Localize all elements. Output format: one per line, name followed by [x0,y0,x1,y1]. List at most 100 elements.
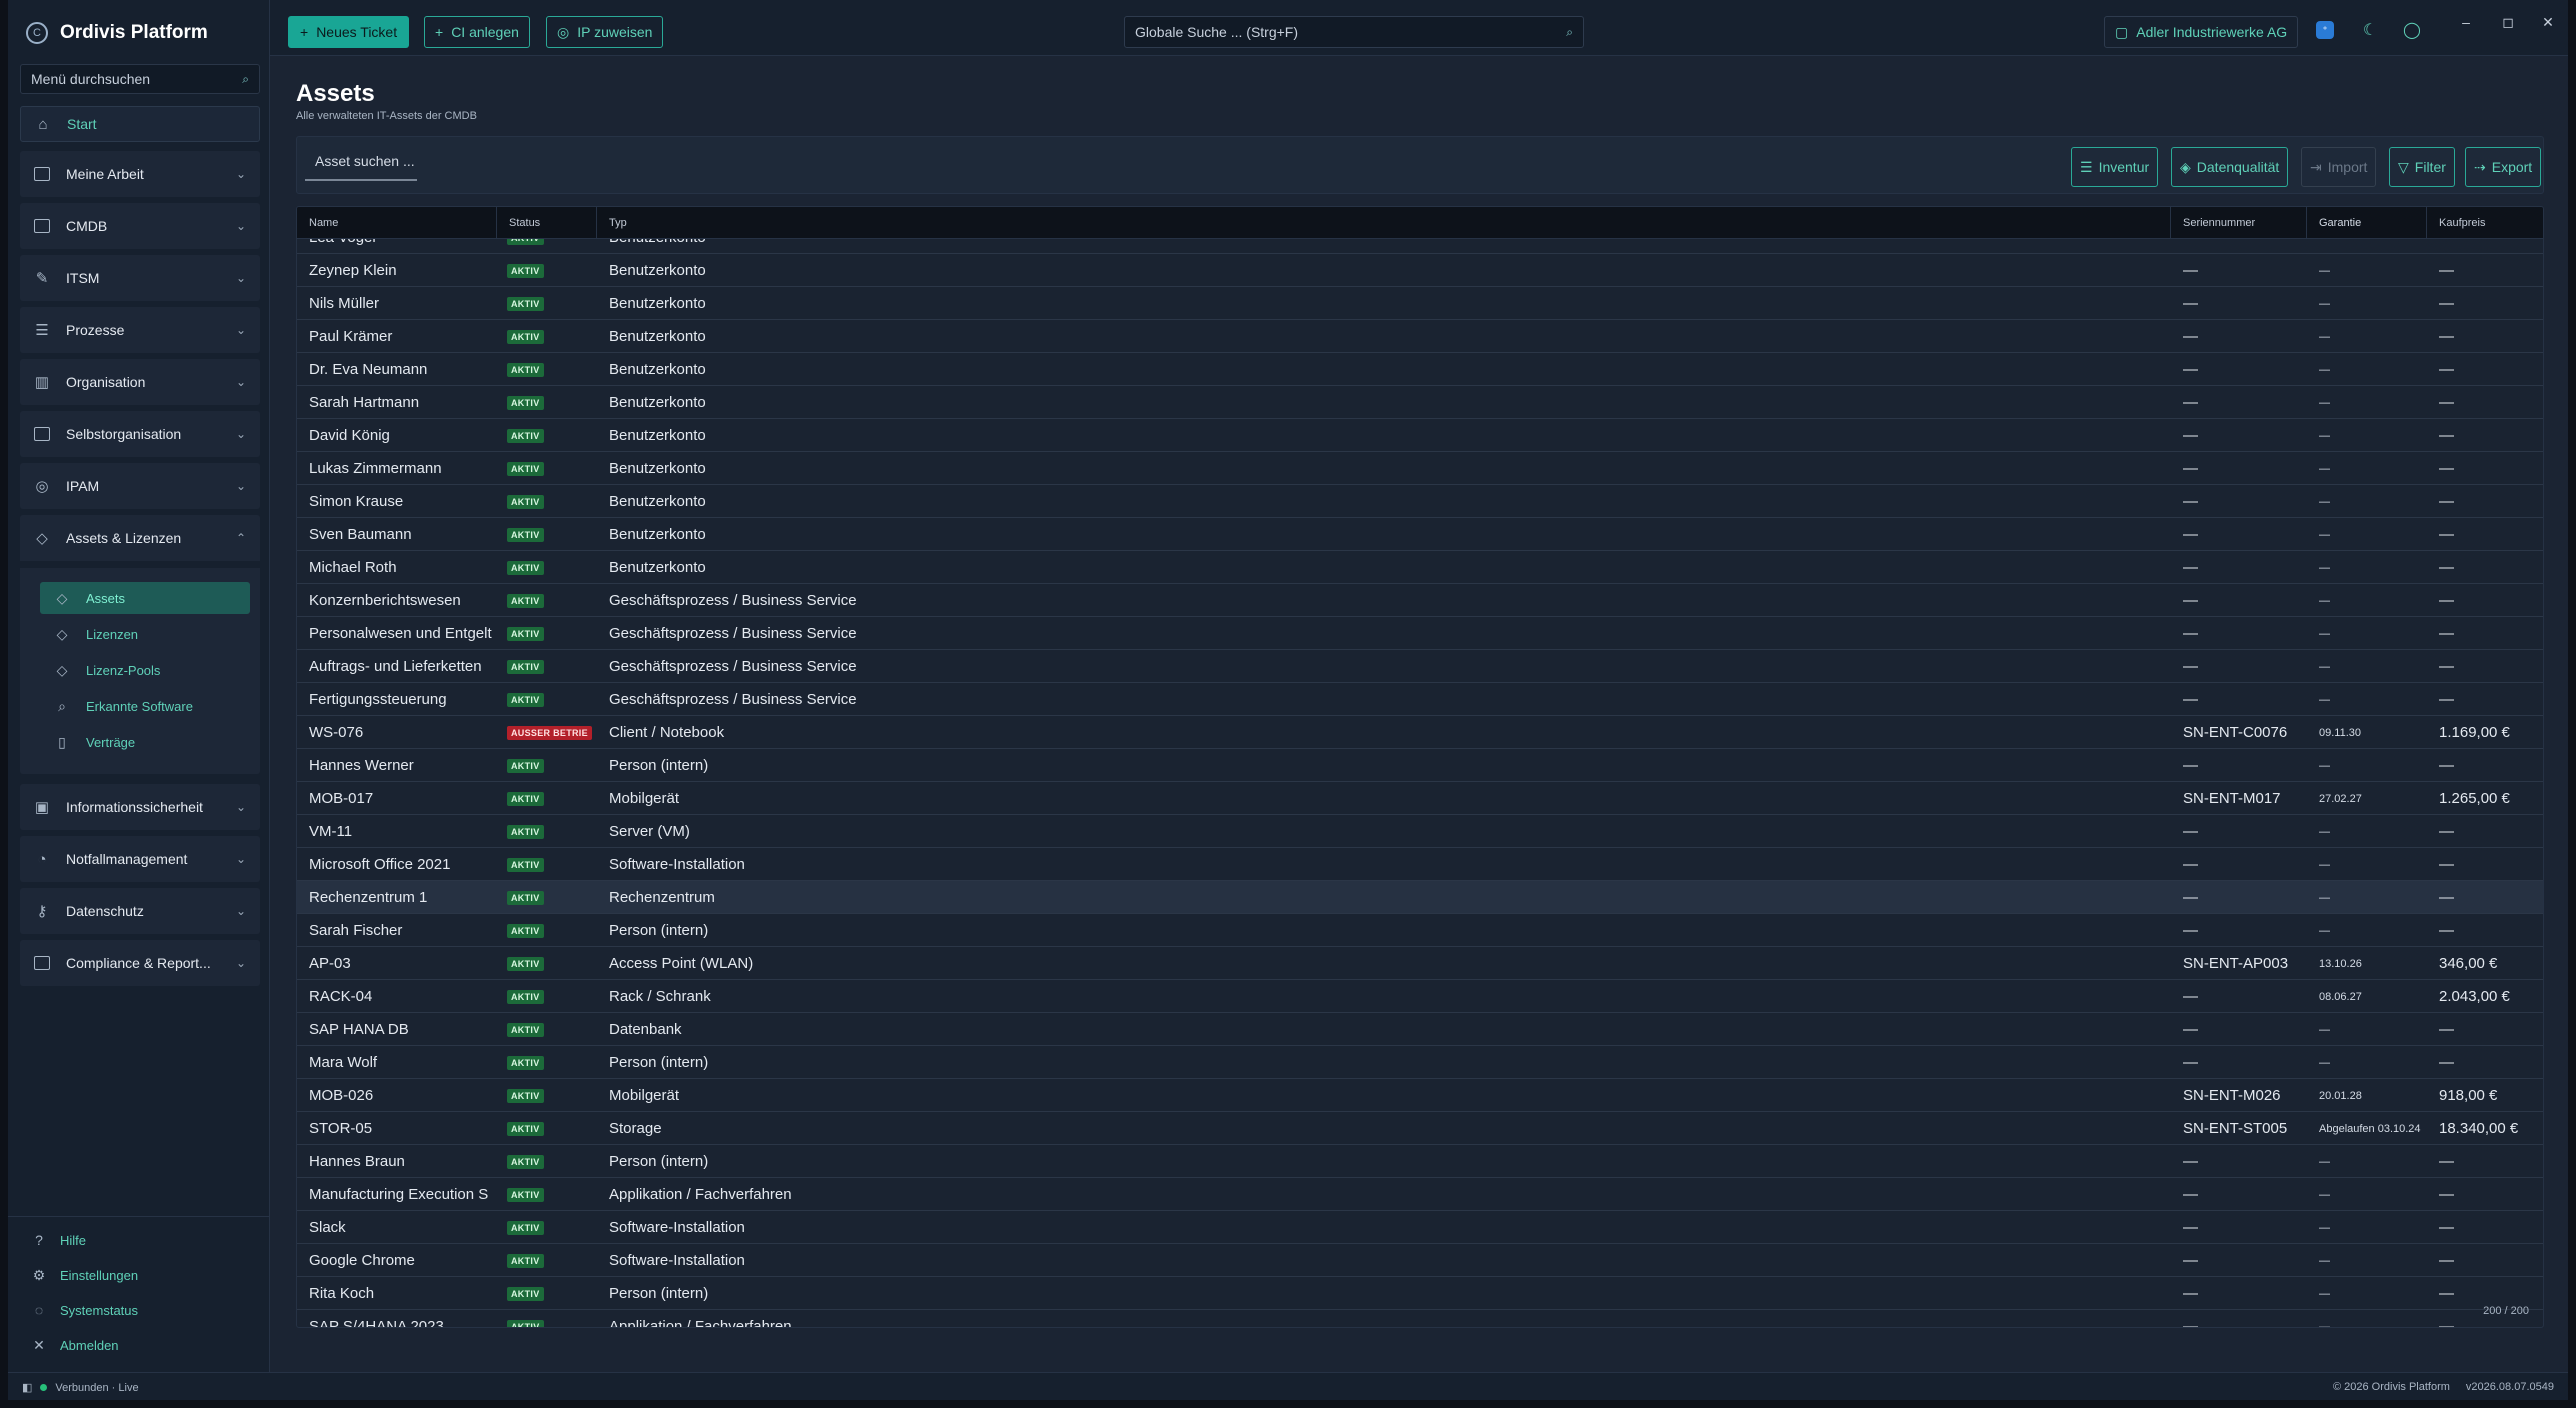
sidebar-group-ipam[interactable]: ◎ IPAM ⌄ [20,463,260,509]
sidebar-toggle-icon[interactable]: ◧ [22,1381,32,1394]
table-row[interactable]: RACK-04 AKTIV Rack / Schrank — 08.06.27 2.043… [297,980,2543,1013]
table-row[interactable]: SAP S/4HANA 2023 AKTIV Applikation / Fachv… [297,1310,2543,1327]
table-row[interactable]: SAP HANA DB AKTIV Datenbank — — — [297,1013,2543,1046]
sidebar-item-lizenzen[interactable]: ◇ Lizenzen [40,618,250,650]
table-row[interactable]: MOB-026 AKTIV Mobilgerät SN-ENT-M026 20.01.2… [297,1079,2543,1112]
table-row[interactable]: Nils Müller AKTIV Benutzerkonto — — — [297,287,2543,320]
create-ci-button[interactable]: + CI anlegen [424,16,530,48]
cell-name: SAP HANA DB [297,1013,497,1046]
table-row[interactable]: Slack AKTIV Software-Installation — — — [297,1211,2543,1244]
sidebar-item-lizenz-pools[interactable]: ◇ Lizenz-Pools [40,654,250,686]
import-button[interactable]: ⇥ Import [2301,147,2377,187]
table-row[interactable]: Simon Krause AKTIV Benutzerkonto — — — [297,485,2543,518]
table-row[interactable]: David König AKTIV Benutzerkonto — — — [297,419,2543,452]
notifications-icon[interactable]: ⁺ [2316,21,2334,39]
sidebar-group-meine-arbeit[interactable]: Meine Arbeit ⌄ [20,151,260,197]
new-ticket-button[interactable]: + Neues Ticket [288,16,410,48]
sidebar-group-cmdb[interactable]: CMDB ⌄ [20,203,260,249]
table-row[interactable]: Dr. Eva Neumann AKTIV Benutzerkonto — — — [297,353,2543,386]
sidebar-group-prozesse[interactable]: ☰ Prozesse ⌄ [20,307,260,353]
table-row[interactable]: Konzernberichtswesen AKTIV Geschäftsprozes… [297,584,2543,617]
theme-toggle-icon[interactable]: ☾ [2358,18,2382,42]
column-header-type[interactable]: Typ [597,207,2171,239]
table-row[interactable]: VM-11 AKTIV Server (VM) — — — [297,815,2543,848]
table-row[interactable]: MOB-017 AKTIV Mobilgerät SN-ENT-M017 27.02.2… [297,782,2543,815]
cell-price-text: — [2439,691,2454,708]
cell-warranty: — [2307,914,2427,947]
table-row[interactable]: WS-076 AUSSER BETRIE Client / Notebook SN-E… [297,716,2543,749]
global-search-input[interactable]: Globale Suche ... (Strg+F) ⌕ [1124,16,1584,48]
menu-search-input[interactable]: Menü durchsuchen ⌕ [20,64,260,94]
inventur-button[interactable]: ☰ Inventur [2071,147,2159,187]
sidebar-item-systemstatus[interactable]: ◌ Systemstatus [30,1297,138,1323]
asset-search-input[interactable]: Asset suchen ... [305,143,417,181]
cell-price-text: — [2439,1219,2454,1236]
sidebar-group-datenschutz[interactable]: ⚷ Datenschutz ⌄ [20,888,260,934]
table-row[interactable]: Paul Krämer AKTIV Benutzerkonto — — — [297,320,2543,353]
export-button[interactable]: ⇢ Export [2465,147,2542,187]
filter-button[interactable]: ▽ Filter [2389,147,2455,187]
sidebar-group-itsm[interactable]: ✎ ITSM ⌄ [20,255,260,301]
cell-name: Manufacturing Execution S [297,1178,497,1211]
column-header-price[interactable]: Kaufpreis [2427,207,2543,239]
column-header-name[interactable]: Name [297,207,497,239]
table-row[interactable]: Google Chrome AKTIV Software-Installation —… [297,1244,2543,1277]
table-row[interactable]: Sarah Hartmann AKTIV Benutzerkonto — — — [297,386,2543,419]
cell-status: AKTIV [497,848,597,881]
column-header-warranty[interactable]: Garantie [2307,207,2427,239]
chevron-down-icon: ⌄ [235,800,246,814]
table-row[interactable]: Michael Roth AKTIV Benutzerkonto — — — [297,551,2543,584]
table-row[interactable]: Zeynep Klein AKTIV Benutzerkonto — — — [297,254,2543,287]
tenant-selector[interactable]: ▢ Adler Industriewerke AG [2104,16,2299,48]
cell-warranty-text: 13.10.26 [2319,957,2362,970]
sidebar-group-assets-lizenzen[interactable]: ◇ Assets & Lizenzen ⌃ [20,515,260,561]
cell-price-text: — [2439,922,2454,939]
status-badge: AKTIV [507,428,544,443]
cell-serial-text: — [2183,592,2198,609]
table-row[interactable]: Microsoft Office 2021 AKTIV Software-Insta… [297,848,2543,881]
sidebar-group-selbstorganisation[interactable]: Selbstorganisation ⌄ [20,411,260,457]
sidebar-group-notfallmanagement[interactable]: ◔ Notfallmanagement ⌄ [20,836,260,882]
table-row[interactable]: Sarah Fischer AKTIV Person (intern) — — — [297,914,2543,947]
minimize-icon[interactable]: – [2456,12,2476,32]
brand[interactable]: C Ordivis Platform [26,18,208,48]
sidebar-item-vertraege[interactable]: ▯ Verträge [40,726,250,758]
sidebar-item-einstellungen[interactable]: ⚙ Einstellungen [30,1262,138,1288]
sidebar-group-organisation[interactable]: ▥ Organisation ⌄ [20,359,260,405]
sidebar-item-hilfe[interactable]: ? Hilfe [30,1227,86,1253]
column-header-serial[interactable]: Seriennummer [2171,207,2307,239]
column-header-status[interactable]: Status [497,207,597,239]
table-row[interactable]: AP-03 AKTIV Access Point (WLAN) SN-ENT-AP00… [297,947,2543,980]
cell-name: STOR-05 [297,1112,497,1145]
sidebar-item-erkannte-software[interactable]: ⌕ Erkannte Software [40,690,250,722]
cell-type: Benutzerkonto [597,419,2171,452]
window-close-icon[interactable]: ✕ [2538,12,2558,32]
sidebar-group-label: Informationssicherheit [66,799,203,815]
cell-price-text: — [2439,1186,2454,1203]
maximize-icon[interactable]: ◻ [2498,12,2518,32]
table-row[interactable]: Rechenzentrum 1 AKTIV Rechenzentrum — — — [297,881,2543,914]
user-icon[interactable]: ◯ [2400,18,2424,42]
table-row[interactable]: Mara Wolf AKTIV Person (intern) — — — [297,1046,2543,1079]
cell-status: AKTIV [497,881,597,914]
table-row[interactable]: Personalwesen und Entgelt AKTIV Geschäftsp… [297,617,2543,650]
table-row[interactable]: Rita Koch AKTIV Person (intern) — — — [297,1277,2543,1310]
table-row[interactable]: Auftrags- und Lieferketten AKTIV Geschäfts… [297,650,2543,683]
assign-ip-button[interactable]: ◎ IP zuweisen [546,16,664,48]
table-row[interactable]: Sven Baumann AKTIV Benutzerkonto — — — [297,518,2543,551]
datenqualitaet-button[interactable]: ◈ Datenqualität [2171,147,2289,187]
sidebar-group-informationssicherheit[interactable]: ▣ Informationssicherheit ⌄ [20,784,260,830]
sidebar-item-abmelden[interactable]: ✕ Abmelden [30,1332,118,1358]
table-row[interactable]: Fertigungssteuerung AKTIV Geschäftsprozess… [297,683,2543,716]
cell-type: Rechenzentrum [597,881,2171,914]
cell-type-text: Benutzerkonto [609,427,706,444]
sidebar-group-compliance[interactable]: Compliance & Report... ⌄ [20,940,260,986]
import-label: Import [2327,159,2368,175]
table-row[interactable]: STOR-05 AKTIV Storage SN-ENT-ST005 Abgelaufe… [297,1112,2543,1145]
table-row[interactable]: Lukas Zimmermann AKTIV Benutzerkonto — — — [297,452,2543,485]
sidebar-item-assets[interactable]: ◇ Assets [40,582,250,614]
sidebar-item-start[interactable]: ⌂ Start [20,106,260,142]
table-row[interactable]: Hannes Braun AKTIV Person (intern) — — — [297,1145,2543,1178]
table-row[interactable]: Manufacturing Execution S AKTIV Applikatio… [297,1178,2543,1211]
table-row[interactable]: Hannes Werner AKTIV Person (intern) — — — [297,749,2543,782]
